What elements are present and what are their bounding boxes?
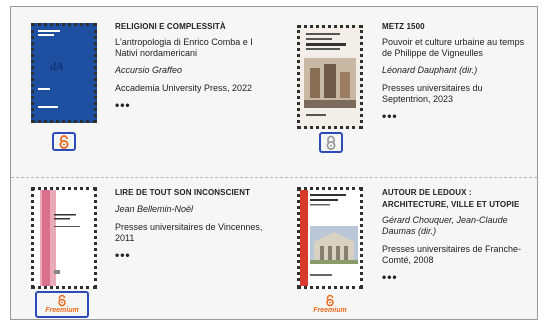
book-author[interactable]: Jean Bellemin-Noël bbox=[115, 204, 275, 215]
freemium-label: Freemium bbox=[313, 306, 347, 314]
book-series[interactable]: AUTOUR DE LEDOUX : ARCHITECTURE, VILLE E… bbox=[382, 187, 532, 211]
cover-art-1: dA bbox=[34, 26, 94, 120]
access-badge-4[interactable]: Freemium bbox=[307, 292, 353, 316]
more-options-button[interactable]: ••• bbox=[115, 249, 275, 261]
book-series[interactable]: RELIGIONI E COMPLESSITÀ bbox=[115, 21, 275, 32]
more-options-button[interactable]: ••• bbox=[382, 271, 532, 283]
book-publisher: Presses universitaires de Franche-Comté,… bbox=[382, 244, 522, 265]
more-options-button[interactable]: ••• bbox=[115, 99, 275, 111]
book-cover-1[interactable]: dA bbox=[31, 23, 97, 123]
cover-art-2 bbox=[300, 28, 360, 126]
access-badge-3[interactable]: Freemium bbox=[35, 291, 89, 318]
book-meta-4: AUTOUR DE LEDOUX : ARCHITECTURE, VILLE E… bbox=[382, 187, 532, 283]
cover-art-3 bbox=[34, 190, 94, 286]
book-list-panel: dA RELIGIONI E COMPLESSITÀ L'antropologi… bbox=[10, 6, 538, 320]
freemium-label: Freemium bbox=[45, 307, 79, 314]
access-badge-2[interactable] bbox=[319, 132, 343, 153]
book-publisher: Accademia University Press, 2022 bbox=[115, 83, 253, 93]
row-divider bbox=[11, 177, 537, 178]
cover-art-4 bbox=[300, 190, 360, 286]
open-access-icon bbox=[59, 134, 69, 149]
book-meta-3: LIRE DE TOUT SON INCONSCIENT Jean Bellem… bbox=[115, 187, 275, 261]
book-title[interactable]: L'antropologia di Enrico Comba e I Nativ… bbox=[115, 37, 275, 59]
closed-access-icon bbox=[326, 135, 336, 150]
book-meta-2: METZ 1500 Pouvoir et culture urbaine au … bbox=[382, 21, 532, 122]
more-options-button[interactable]: ••• bbox=[382, 110, 532, 122]
svg-text:dA: dA bbox=[50, 59, 64, 73]
book-title[interactable]: Pouvoir et culture urbaine au temps de P… bbox=[382, 37, 532, 59]
book-series[interactable]: METZ 1500 bbox=[382, 21, 532, 32]
book-cover-2[interactable] bbox=[297, 25, 363, 129]
book-cover-3[interactable] bbox=[31, 187, 97, 289]
book-author[interactable]: Accursio Graffeo bbox=[115, 65, 275, 76]
access-badge-1[interactable] bbox=[52, 132, 76, 151]
open-access-icon bbox=[326, 294, 334, 306]
book-meta-1: RELIGIONI E COMPLESSITÀ L'antropologia d… bbox=[115, 21, 275, 111]
book-publisher: Presses universitaires du Septentrion, 2… bbox=[382, 83, 483, 104]
book-author[interactable]: Léonard Dauphant (dir.) bbox=[382, 65, 532, 76]
open-access-icon bbox=[58, 294, 66, 307]
book-series[interactable]: LIRE DE TOUT SON INCONSCIENT bbox=[115, 187, 275, 198]
book-publisher: Presses universitaires de Vincennes, 201… bbox=[115, 222, 263, 243]
book-author[interactable]: Gérard Chouquer, Jean-Claude Daumas (dir… bbox=[382, 215, 532, 237]
book-cover-4[interactable] bbox=[297, 187, 363, 289]
